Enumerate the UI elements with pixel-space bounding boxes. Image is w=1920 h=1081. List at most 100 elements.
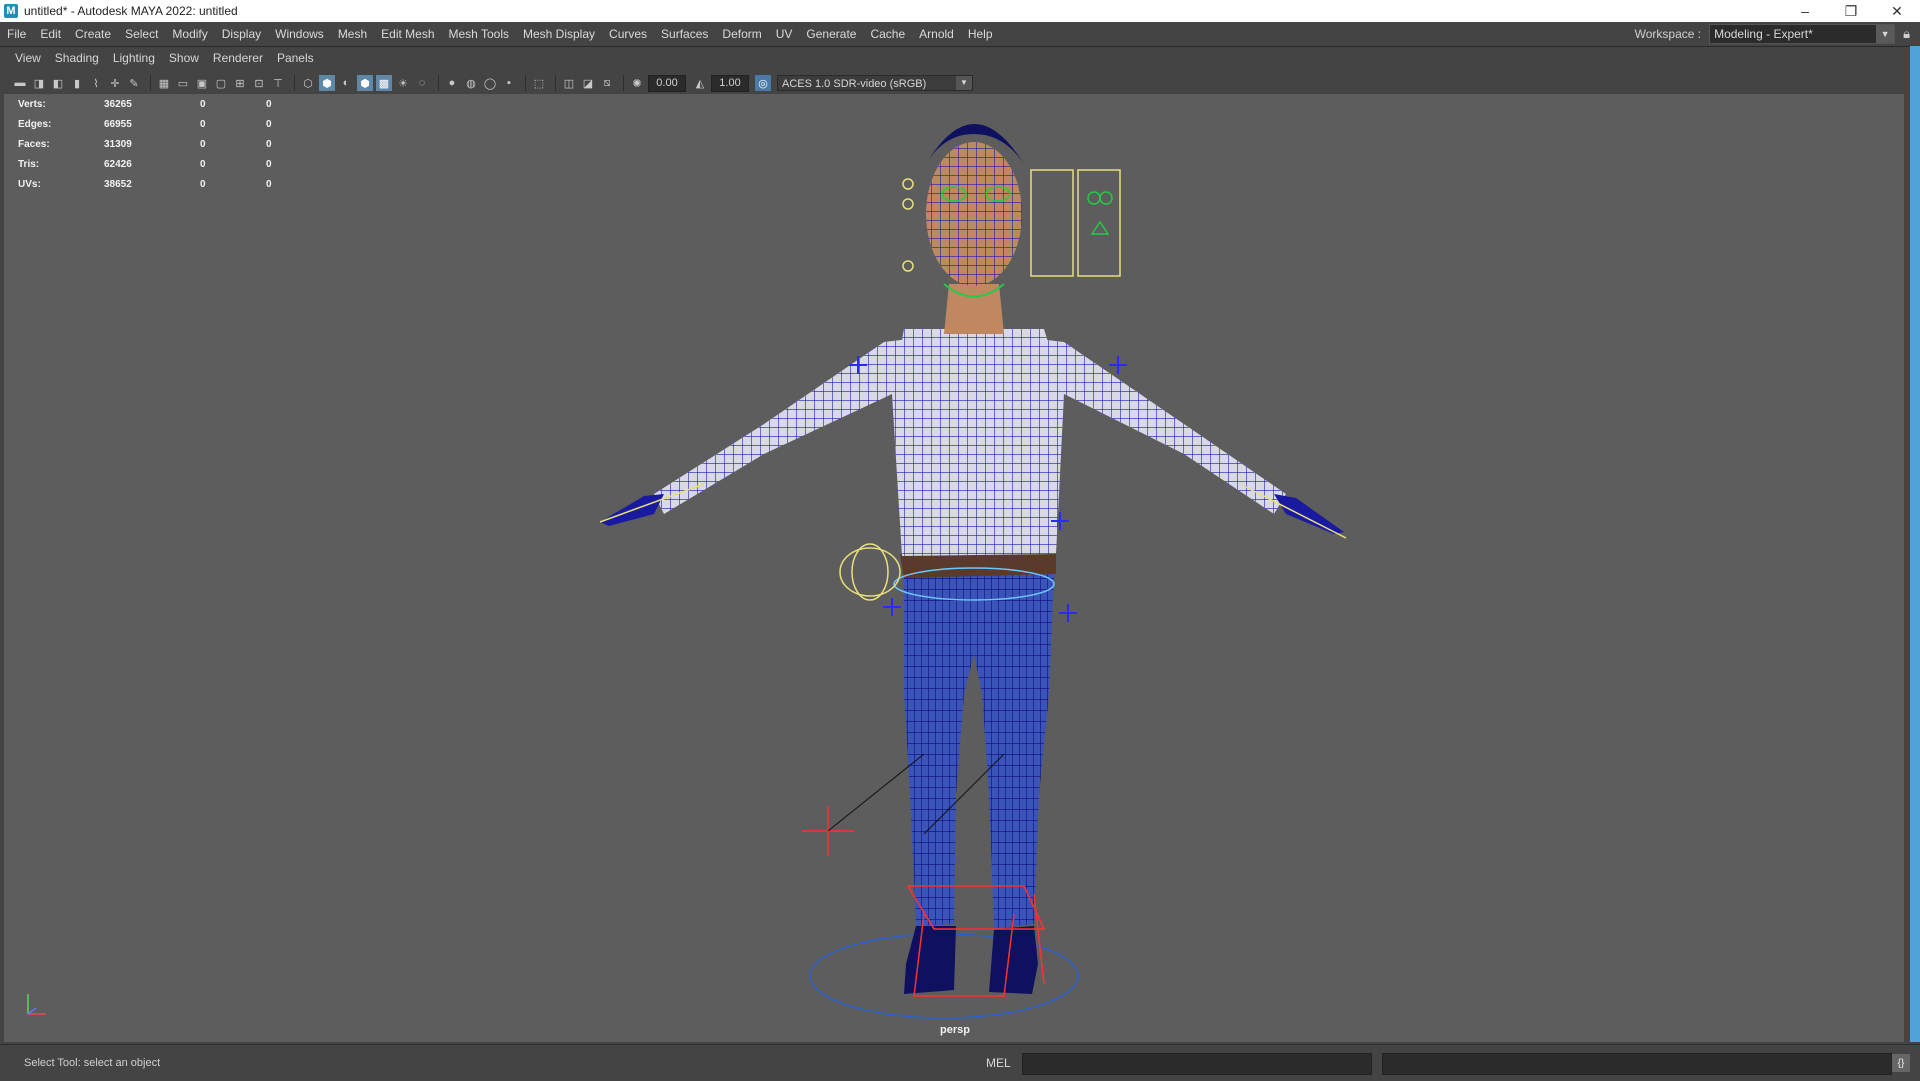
film-gate-icon[interactable]: ▭ bbox=[175, 75, 191, 91]
view-transform-value: ACES 1.0 SDR-video (sRGB) bbox=[782, 78, 927, 90]
menu-select[interactable]: Select bbox=[118, 22, 165, 46]
camera-name-label: persp bbox=[940, 1024, 970, 1036]
exposure-field[interactable]: 0.00 bbox=[648, 74, 686, 92]
smooth-shade-icon[interactable]: ⬢ bbox=[319, 75, 335, 91]
menu-mesh-display[interactable]: Mesh Display bbox=[516, 22, 602, 46]
xray-active-components-icon[interactable]: ◪ bbox=[580, 75, 596, 91]
shirt-mesh bbox=[654, 329, 1286, 556]
character-rig[interactable] bbox=[4, 94, 1904, 1042]
menu-edit-mesh[interactable]: Edit Mesh bbox=[374, 22, 441, 46]
left-shoe bbox=[904, 926, 956, 994]
mel-label[interactable]: MEL bbox=[986, 1056, 1011, 1070]
menu-deform[interactable]: Deform bbox=[715, 22, 768, 46]
motion-blur-icon[interactable]: ◍ bbox=[463, 75, 479, 91]
menu-uv[interactable]: UV bbox=[769, 22, 800, 46]
right-edge-accent bbox=[1910, 46, 1920, 1042]
textured-icon[interactable]: ▩ bbox=[376, 75, 392, 91]
workspace-value: Modeling - Expert* bbox=[1714, 27, 1813, 41]
panel-menu-lighting[interactable]: Lighting bbox=[106, 51, 162, 65]
anti-aliasing-icon[interactable]: ◯ bbox=[482, 75, 498, 91]
safe-title-icon[interactable]: ⊤ bbox=[270, 75, 286, 91]
isolate-select-icon[interactable]: ⬚ bbox=[531, 75, 547, 91]
2d-pan-zoom-icon[interactable]: ✛ bbox=[107, 75, 123, 91]
menu-help[interactable]: Help bbox=[961, 22, 1000, 46]
chevron-down-icon: ▼ bbox=[1876, 25, 1895, 43]
default-material-icon[interactable]: ◐ bbox=[338, 75, 354, 91]
menu-display[interactable]: Display bbox=[215, 22, 268, 46]
camera-icon[interactable]: ▬ bbox=[12, 75, 28, 91]
menu-mesh[interactable]: Mesh bbox=[331, 22, 374, 46]
menu-edit[interactable]: Edit bbox=[33, 22, 68, 46]
menu-curves[interactable]: Curves bbox=[602, 22, 654, 46]
use-all-lights-icon[interactable]: ☀ bbox=[395, 75, 411, 91]
help-line: Select Tool: select an object bbox=[24, 1057, 161, 1069]
gamma-field[interactable]: 1.00 bbox=[711, 74, 749, 92]
xray-icon[interactable]: ◫ bbox=[561, 75, 577, 91]
bookmark-camera-icon[interactable]: ◧ bbox=[50, 75, 66, 91]
command-line-output bbox=[1382, 1053, 1892, 1075]
toolbar-divider bbox=[555, 75, 556, 91]
knee-pole-line bbox=[827, 753, 925, 832]
lock-icon[interactable]: 🔒︎ bbox=[1903, 26, 1910, 42]
field-chart-icon[interactable]: ⊞ bbox=[232, 75, 248, 91]
grid-icon[interactable]: ▦ bbox=[156, 75, 172, 91]
shadows-icon[interactable]: ◌ bbox=[414, 75, 430, 91]
panel-menu-panels[interactable]: Panels bbox=[270, 51, 321, 65]
menu-create[interactable]: Create bbox=[68, 22, 118, 46]
right-wrist-control bbox=[1243, 485, 1347, 539]
gamma-icon[interactable]: ◭ bbox=[692, 75, 708, 91]
toolbar-divider bbox=[623, 75, 624, 91]
menu-file[interactable]: File bbox=[0, 22, 33, 46]
menu-modify[interactable]: Modify bbox=[165, 22, 214, 46]
panel-menu-bar: View Shading Lighting Show Renderer Pane… bbox=[0, 46, 1910, 73]
belt bbox=[900, 552, 1056, 578]
wireframe-on-shaded-icon[interactable]: ⬢ bbox=[357, 75, 373, 91]
image-plane-icon[interactable]: ⌇ bbox=[88, 75, 104, 91]
safe-action-icon[interactable]: ⊡ bbox=[251, 75, 267, 91]
panel-menu-show[interactable]: Show bbox=[162, 51, 206, 65]
panel-menu-shading[interactable]: Shading bbox=[48, 51, 106, 65]
depth-of-field-icon[interactable]: ▪ bbox=[501, 75, 517, 91]
command-line-input[interactable] bbox=[1022, 1053, 1372, 1075]
toolbar-divider bbox=[525, 75, 526, 91]
camera-attributes-icon[interactable]: ◨ bbox=[31, 75, 47, 91]
color-management-icon[interactable]: ◎ bbox=[755, 75, 771, 91]
panel-menu-view[interactable]: View bbox=[8, 51, 48, 65]
toolbar-divider bbox=[438, 75, 439, 91]
minimize-button[interactable]: – bbox=[1782, 0, 1828, 22]
menu-mesh-tools[interactable]: Mesh Tools bbox=[442, 22, 516, 46]
color-management-select[interactable]: ACES 1.0 SDR-video (sRGB) ▼ bbox=[777, 75, 973, 91]
menu-cache[interactable]: Cache bbox=[863, 22, 912, 46]
head-wire bbox=[926, 142, 1022, 286]
right-hand bbox=[1274, 494, 1344, 534]
menu-generate[interactable]: Generate bbox=[799, 22, 863, 46]
script-editor-icon[interactable]: {} bbox=[1892, 1054, 1910, 1072]
xray-joints-icon[interactable]: ⧅ bbox=[599, 75, 615, 91]
pants-mesh bbox=[904, 574, 1054, 929]
viewport-persp[interactable]: Verts: 36265 0 0 Edges: 66955 0 0 Faces:… bbox=[4, 94, 1904, 1042]
cog-control bbox=[839, 547, 901, 597]
grease-pencil-icon[interactable]: ✎ bbox=[126, 75, 142, 91]
resolution-gate-icon[interactable]: ▣ bbox=[194, 75, 210, 91]
panel-toolbar: ▬ ◨ ◧ ▮ ⌇ ✛ ✎ ▦ ▭ ▣ ▢ ⊞ ⊡ ⊤ ⬡ ⬢ ◐ ⬢ ▩ ☀ … bbox=[0, 72, 1910, 94]
screen-space-ao-icon[interactable]: ● bbox=[444, 75, 460, 91]
axis-gizmo-icon bbox=[27, 994, 46, 1015]
bookmark-icon[interactable]: ▮ bbox=[69, 75, 85, 91]
maya-logo-icon: M bbox=[4, 4, 18, 18]
gate-mask-icon[interactable]: ▢ bbox=[213, 75, 229, 91]
exposure-icon[interactable]: ✺ bbox=[629, 75, 645, 91]
status-bar: Select Tool: select an object MEL {} bbox=[0, 1044, 1920, 1081]
menu-arnold[interactable]: Arnold bbox=[912, 22, 961, 46]
workspace-label: Workspace : bbox=[1634, 27, 1702, 41]
menu-surfaces[interactable]: Surfaces bbox=[654, 22, 715, 46]
close-button[interactable]: ✕ bbox=[1874, 0, 1920, 22]
toolbar-divider bbox=[150, 75, 151, 91]
menu-windows[interactable]: Windows bbox=[268, 22, 331, 46]
title-bar: M untitled* - Autodesk MAYA 2022: untitl… bbox=[0, 0, 1920, 22]
workspace-select[interactable]: Modeling - Expert* ▼ bbox=[1709, 24, 1896, 44]
restore-button[interactable]: ❐ bbox=[1828, 0, 1874, 22]
panel-menu-renderer[interactable]: Renderer bbox=[206, 51, 270, 65]
workspace-area: Workspace : Modeling - Expert* ▼ 🔒︎ bbox=[1635, 22, 1910, 46]
right-shoe bbox=[989, 926, 1038, 994]
wireframe-icon[interactable]: ⬡ bbox=[300, 75, 316, 91]
